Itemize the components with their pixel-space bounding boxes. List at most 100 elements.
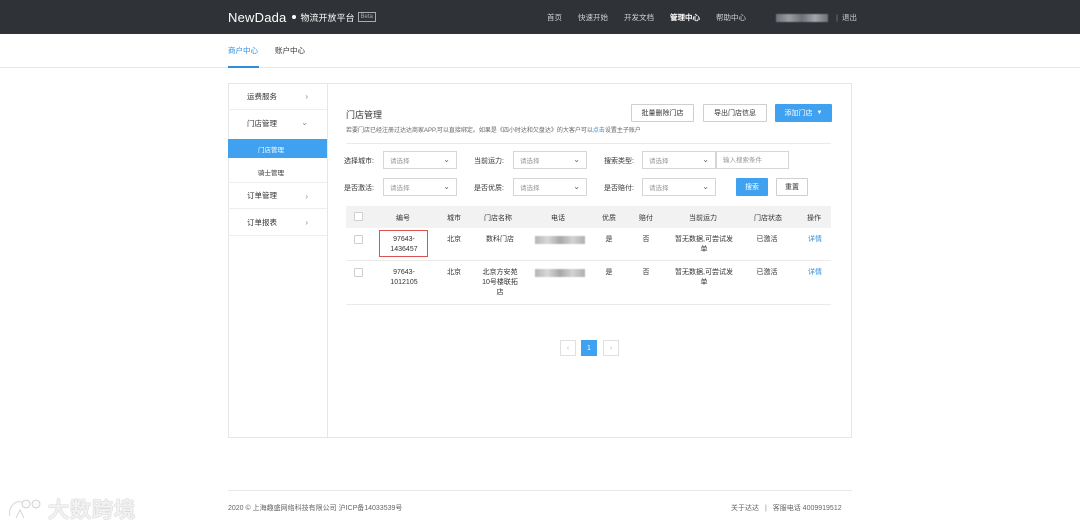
store-city: 北京 bbox=[447, 269, 461, 276]
nav-management[interactable]: 管理中心 bbox=[670, 12, 700, 23]
batch-delete-button[interactable]: 批量删除门店 bbox=[631, 104, 694, 122]
add-store-label: 添加门店 bbox=[784, 110, 813, 117]
compensate-select[interactable]: 请选择 ⌄ bbox=[642, 178, 716, 196]
store-capacity: 暂无数据,可尝试发 单 bbox=[664, 268, 744, 288]
chevron-down-icon: ⌄ bbox=[301, 118, 308, 127]
sidebar-item-order-management[interactable]: 订单管理 › bbox=[228, 182, 327, 209]
detail-link[interactable]: 详情 bbox=[803, 268, 827, 278]
nav-help[interactable]: 帮助中心 bbox=[716, 12, 746, 23]
active-label: 是否激活: bbox=[344, 185, 374, 192]
chevron-down-icon: ⌄ bbox=[702, 182, 709, 191]
detail-link[interactable]: 详情 bbox=[803, 235, 827, 245]
column-header: 门店名称 bbox=[484, 215, 512, 222]
select-all-checkbox[interactable] bbox=[354, 212, 363, 221]
store-id-part: 1436457 bbox=[390, 246, 418, 253]
column-header: 编号 bbox=[396, 215, 410, 222]
support-phone: 客服电话 4009919512 bbox=[772, 505, 842, 512]
capacity-select[interactable]: 请选择 ⌄ bbox=[513, 151, 587, 169]
sidebar-item-order-report[interactable]: 订单报表 › bbox=[228, 209, 327, 236]
capacity-part: 暂无数据,可尝试发 bbox=[675, 236, 733, 243]
separator: | bbox=[836, 13, 838, 22]
page-title: 门店管理 bbox=[346, 110, 383, 120]
nav-home[interactable]: 首页 bbox=[547, 12, 562, 23]
sub-nav: 商户中心 账户中心 bbox=[0, 34, 1080, 68]
watermark-text: 大数跨境 bbox=[48, 499, 136, 522]
reset-button[interactable]: 重置 bbox=[776, 178, 808, 196]
city-label: 选择城市: bbox=[344, 158, 374, 165]
active-tab-underline bbox=[228, 66, 259, 68]
chevron-down-icon: ⌄ bbox=[443, 182, 450, 191]
search-type-label: 搜索类型: bbox=[604, 158, 634, 165]
logout-link[interactable]: 退出 bbox=[842, 12, 857, 23]
phone-redacted bbox=[535, 269, 585, 277]
sidebar-item-freight[interactable]: 运费服务 › bbox=[228, 83, 327, 110]
export-button[interactable]: 导出门店信息 bbox=[703, 104, 767, 122]
store-compensate: 否 bbox=[642, 269, 650, 276]
store-name: 北京方安苑 10号楼联拓 店 bbox=[476, 268, 524, 298]
store-id: 97643- 1012105 bbox=[380, 268, 428, 288]
hint-text-part: 若要门店已经注册过达达商家APP,可以直接绑定。如果是《四小时达和欠盘达》的大客… bbox=[346, 128, 593, 134]
footer-links: 关于达达 | 客服电话 4009919512 bbox=[731, 503, 842, 513]
compensate-label: 是否赔付: bbox=[604, 185, 634, 192]
column-header: 城市 bbox=[447, 215, 461, 222]
top-nav: 首页 快速开始 开发文档 管理中心 帮助中心 bbox=[547, 12, 762, 23]
sidebar-item-store-management[interactable]: 门店管理 ⌄ bbox=[228, 110, 327, 137]
select-placeholder: 请选择 bbox=[520, 158, 540, 165]
brand[interactable]: NewDada 物流开放平台 Beta bbox=[228, 8, 376, 26]
store-city: 北京 bbox=[447, 236, 461, 243]
nav-docs[interactable]: 开发文档 bbox=[624, 12, 654, 23]
column-header: 赔付 bbox=[639, 215, 653, 222]
store-name: 数科门店 bbox=[486, 236, 514, 243]
search-type-select[interactable]: 请选择 ⌄ bbox=[642, 151, 716, 169]
keyword-input[interactable] bbox=[716, 151, 789, 169]
capacity-part: 单 bbox=[700, 246, 708, 253]
store-status: 已激活 bbox=[756, 269, 778, 276]
divider bbox=[346, 143, 831, 144]
add-store-button[interactable]: 添加门店 ▼ bbox=[775, 104, 832, 122]
store-compensate: 否 bbox=[642, 236, 650, 243]
row-checkbox[interactable] bbox=[354, 235, 363, 244]
platform-name: 物流开放平台 bbox=[300, 12, 355, 23]
separator: | bbox=[764, 505, 767, 512]
sidebar: 运费服务 › 门店管理 ⌄ 门店管理 骑士管理 订单管理 › 订单报表 › bbox=[228, 83, 328, 438]
row-divider bbox=[346, 260, 831, 261]
store-name-part: 店 bbox=[496, 289, 504, 296]
store-quality: 是 bbox=[605, 269, 613, 276]
select-placeholder: 请选择 bbox=[520, 185, 540, 192]
chevron-down-icon: ⌄ bbox=[573, 182, 580, 191]
store-id: 97643- 1436457 bbox=[380, 235, 428, 255]
store-id-part: 1012105 bbox=[390, 279, 418, 286]
watermark-logo-icon bbox=[8, 499, 41, 519]
search-button[interactable]: 搜索 bbox=[736, 178, 768, 196]
quality-label: 是否优质: bbox=[474, 185, 504, 192]
row-checkbox[interactable] bbox=[354, 268, 363, 277]
sidebar-subitem-stores[interactable]: 门店管理 bbox=[228, 139, 327, 158]
column-header: 优质 bbox=[602, 215, 616, 222]
sidebar-item-label: 订单报表 bbox=[247, 217, 277, 227]
page-1-button[interactable]: 1 bbox=[581, 340, 597, 356]
capacity-label: 当前运力: bbox=[474, 158, 504, 165]
tab-account-center[interactable]: 账户中心 bbox=[275, 45, 305, 56]
footer-divider bbox=[228, 490, 852, 491]
tab-merchant-center[interactable]: 商户中心 bbox=[228, 45, 258, 56]
store-capacity: 暂无数据,可尝试发 单 bbox=[664, 235, 744, 255]
next-page-button[interactable]: › bbox=[603, 340, 619, 356]
capacity-part: 暂无数据,可尝试发 bbox=[675, 269, 733, 276]
active-select[interactable]: 请选择 ⌄ bbox=[383, 178, 457, 196]
column-header: 当前运力 bbox=[689, 215, 717, 222]
select-placeholder: 请选择 bbox=[390, 185, 410, 192]
chevron-down-icon: ⌄ bbox=[443, 155, 450, 164]
sidebar-subitem-riders[interactable]: 骑士管理 bbox=[228, 162, 327, 181]
prev-page-button[interactable]: ‹ bbox=[560, 340, 576, 356]
quality-select[interactable]: 请选择 ⌄ bbox=[513, 178, 587, 196]
chevron-right-icon: › bbox=[305, 218, 308, 227]
user-area: | 退出 bbox=[776, 12, 857, 23]
user-account-redacted[interactable] bbox=[776, 13, 828, 22]
logo: NewDada bbox=[228, 9, 287, 25]
row-divider bbox=[346, 304, 831, 305]
select-placeholder: 请选择 bbox=[649, 158, 669, 165]
nav-quickstart[interactable]: 快速开始 bbox=[578, 12, 608, 23]
city-select[interactable]: 请选择 ⌄ bbox=[383, 151, 457, 169]
hint-link[interactable]: 点击 bbox=[593, 128, 605, 134]
about-link[interactable]: 关于达达 bbox=[731, 505, 759, 512]
